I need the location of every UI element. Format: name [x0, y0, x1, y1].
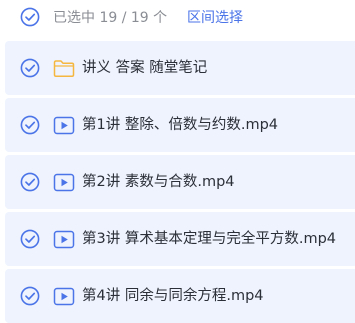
- list-item[interactable]: 第2讲 素数与合数.mp4: [5, 155, 355, 209]
- item-check-icon[interactable]: [20, 58, 40, 78]
- range-select-link[interactable]: 区间选择: [187, 9, 243, 27]
- item-check-icon[interactable]: [20, 172, 40, 192]
- selection-header: 已选中 19 / 19 个 区间选择: [0, 0, 355, 38]
- item-label: 第1讲 整除、倍数与约数.mp4: [82, 117, 278, 133]
- list-item[interactable]: 第1讲 整除、倍数与约数.mp4: [5, 98, 355, 152]
- item-check-icon[interactable]: [20, 115, 40, 135]
- list-item[interactable]: 第3讲 算术基本定理与完全平方数.mp4: [5, 212, 355, 266]
- item-label: 第4讲 同余与同余方程.mp4: [82, 288, 264, 304]
- video-file-icon: [53, 287, 75, 306]
- item-label: 讲义 答案 随堂笔记: [82, 60, 208, 76]
- video-file-icon: [53, 230, 75, 249]
- folder-icon: [53, 60, 75, 78]
- item-check-icon[interactable]: [20, 229, 40, 249]
- list-item[interactable]: 第4讲 同余与同余方程.mp4: [5, 269, 355, 323]
- selection-count-text: 已选中 19 / 19 个: [53, 10, 168, 26]
- item-label: 第3讲 算术基本定理与完全平方数.mp4: [82, 231, 336, 247]
- item-check-icon[interactable]: [20, 286, 40, 306]
- video-file-icon: [53, 116, 75, 135]
- item-label: 第2讲 素数与合数.mp4: [82, 174, 235, 190]
- list-item[interactable]: 讲义 答案 随堂笔记: [5, 41, 355, 95]
- select-all-check-icon[interactable]: [20, 7, 40, 27]
- video-file-icon: [53, 173, 75, 192]
